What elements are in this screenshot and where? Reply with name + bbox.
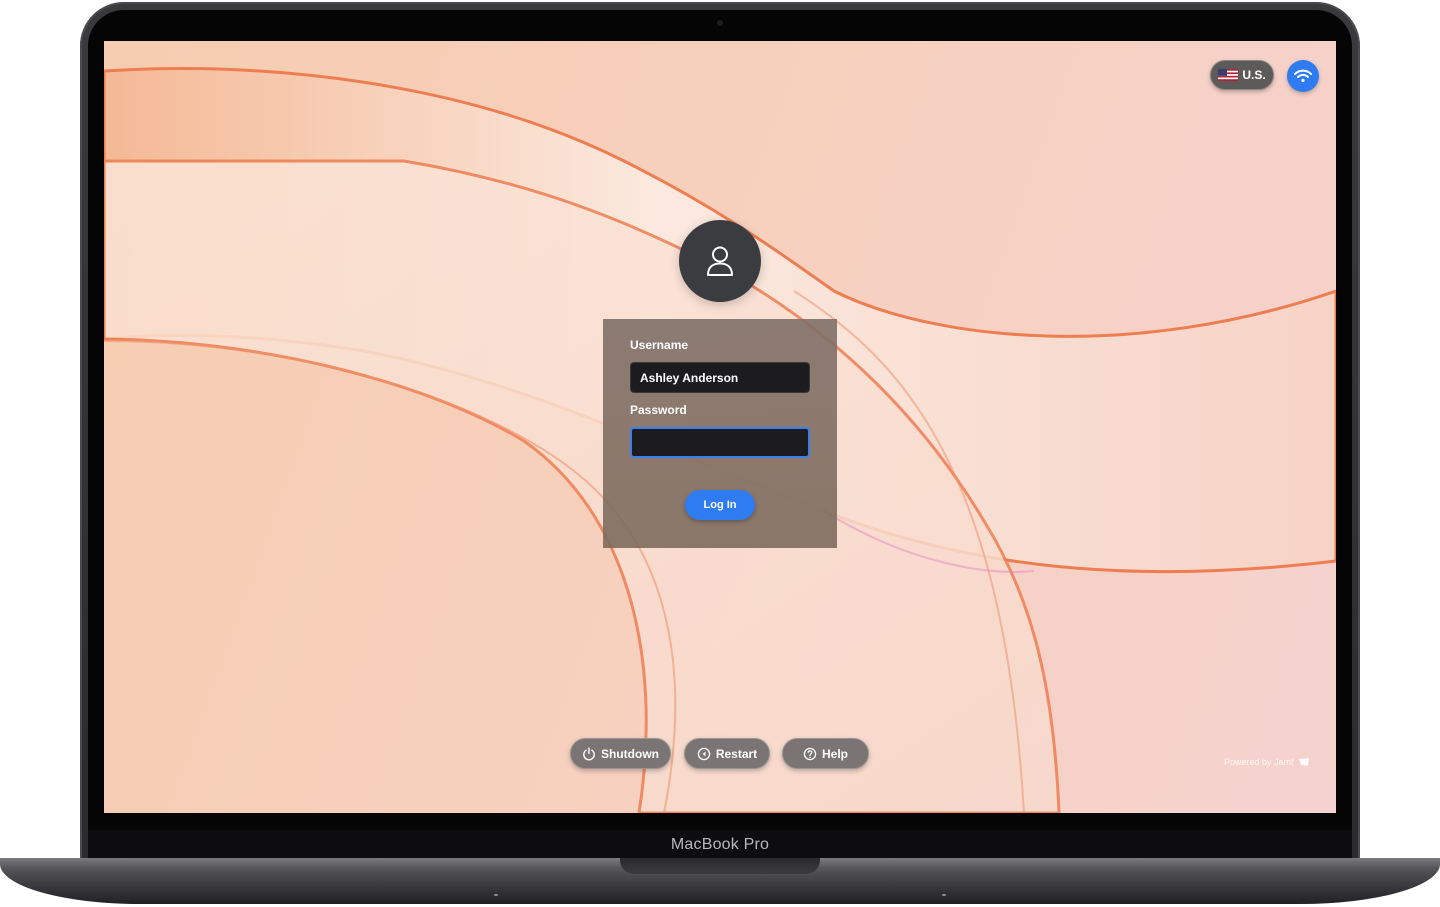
powered-by-text: Powered by Jamf xyxy=(1224,757,1294,767)
jamf-logo-icon xyxy=(1298,758,1309,766)
password-label: Password xyxy=(630,403,687,417)
restart-label: Restart xyxy=(715,746,758,761)
camera-icon xyxy=(717,20,723,26)
shutdown-button[interactable]: Shutdown xyxy=(570,738,671,769)
help-icon xyxy=(803,747,817,760)
help-button[interactable]: Help xyxy=(782,738,869,769)
language-label: U.S. xyxy=(1242,68,1266,82)
username-label: Username xyxy=(630,338,689,352)
help-label: Help xyxy=(821,746,848,761)
login-panel: Username Password Log In xyxy=(603,319,837,548)
laptop-foot xyxy=(942,894,946,896)
powered-by: Powered by Jamf xyxy=(1224,757,1310,767)
restart-button[interactable]: Restart xyxy=(684,738,770,769)
base-notch xyxy=(620,858,820,874)
language-selector[interactable]: U.S. xyxy=(1210,60,1274,90)
restart-icon xyxy=(697,747,711,760)
shutdown-label: Shutdown xyxy=(601,746,659,761)
wifi-button[interactable] xyxy=(1287,60,1319,92)
us-flag-icon xyxy=(1218,69,1239,81)
wallpaper-band-lower xyxy=(104,159,1061,813)
laptop-foot xyxy=(494,894,498,896)
power-icon xyxy=(583,747,595,760)
login-screen: U.S. Username Password Log In Shutdown xyxy=(104,41,1336,813)
avatar xyxy=(679,220,761,302)
wifi-icon xyxy=(1294,69,1312,83)
device-label: MacBook Pro xyxy=(670,836,770,853)
user-icon xyxy=(707,246,733,276)
username-field[interactable] xyxy=(630,362,810,393)
login-button[interactable]: Log In xyxy=(685,490,755,520)
password-field[interactable] xyxy=(630,427,810,458)
